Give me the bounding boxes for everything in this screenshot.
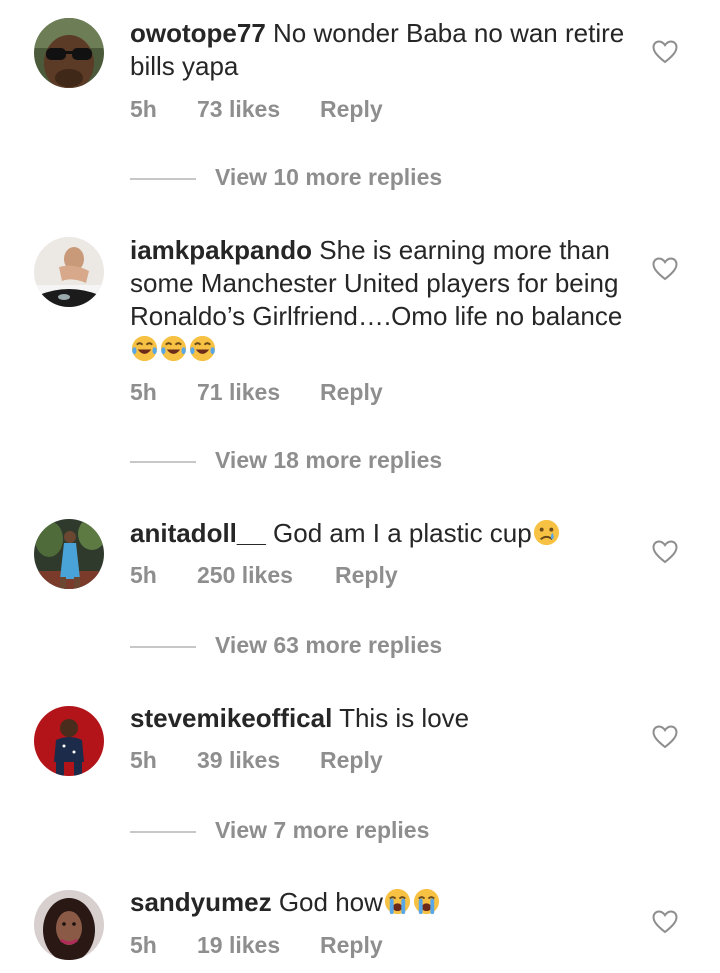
comment-body: This is love [332, 703, 470, 733]
divider-line [130, 461, 196, 463]
likes-count[interactable]: 250 likes [197, 562, 293, 589]
face-with-tears-of-joy-icon [130, 334, 159, 363]
avatar[interactable] [34, 18, 104, 88]
comment-time: 5h [130, 562, 157, 588]
divider-line [130, 831, 196, 833]
reply-button[interactable]: Reply [320, 932, 383, 959]
comment-text: sandyumez God how [130, 886, 635, 919]
loudly-crying-face-icon [412, 887, 441, 916]
avatar[interactable] [34, 519, 104, 589]
loudly-crying-face-icon [383, 887, 412, 916]
heart-outline-icon[interactable] [652, 40, 678, 64]
reply-button[interactable]: Reply [320, 747, 383, 774]
likes-count[interactable]: 71 likes [197, 379, 280, 406]
avatar[interactable] [34, 237, 104, 307]
view-more-replies-button[interactable]: View 7 more replies [130, 817, 530, 847]
comment-time: 5h [130, 379, 157, 405]
avatar[interactable] [34, 890, 104, 960]
comment-username[interactable]: iamkpakpando [130, 235, 312, 265]
likes-count[interactable]: 19 likes [197, 932, 280, 959]
view-more-label: View 7 more replies [215, 817, 430, 843]
comment-username[interactable]: stevemikeoffical [130, 703, 332, 733]
reply-button[interactable]: Reply [320, 96, 383, 123]
comment-text: iamkpakpando She is earning more than so… [130, 234, 635, 366]
face-with-tears-of-joy-icon [159, 334, 188, 363]
comment-body: God how [271, 887, 383, 917]
view-more-label: View 18 more replies [215, 447, 443, 473]
comment-username[interactable]: sandyumez [130, 887, 272, 917]
comment-text: stevemikeoffical This is love [130, 702, 635, 735]
heart-outline-icon[interactable] [652, 540, 678, 564]
comment-time: 5h [130, 747, 157, 773]
heart-outline-icon[interactable] [652, 725, 678, 749]
view-more-replies-button[interactable]: View 10 more replies [130, 164, 530, 194]
comment-body: God am I a plastic cup [265, 518, 532, 548]
comment-time: 5h [130, 932, 157, 958]
comment-time: 5h [130, 96, 157, 122]
face-with-tears-of-joy-icon [188, 334, 217, 363]
view-more-replies-button[interactable]: View 63 more replies [130, 632, 530, 662]
comment-username[interactable]: anitadoll__ [130, 518, 266, 548]
comment-text: anitadoll__ God am I a plastic cup [130, 517, 635, 550]
heart-outline-icon[interactable] [652, 910, 678, 934]
view-more-label: View 10 more replies [215, 164, 443, 190]
crying-face-icon [532, 518, 561, 547]
comment-text: owotope77 No wonder Baba no wan retire b… [130, 17, 635, 83]
view-more-label: View 63 more replies [215, 632, 443, 658]
divider-line [130, 178, 196, 180]
divider-line [130, 646, 196, 648]
likes-count[interactable]: 39 likes [197, 747, 280, 774]
comment-username[interactable]: owotope77 [130, 18, 266, 48]
likes-count[interactable]: 73 likes [197, 96, 280, 123]
view-more-replies-button[interactable]: View 18 more replies [130, 447, 530, 477]
avatar[interactable] [34, 706, 104, 776]
reply-button[interactable]: Reply [335, 562, 398, 589]
reply-button[interactable]: Reply [320, 379, 383, 406]
heart-outline-icon[interactable] [652, 257, 678, 281]
